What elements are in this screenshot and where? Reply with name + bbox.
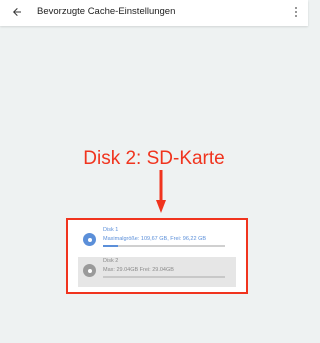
disk-option-1[interactable]: Disk 1 Maximalgröße: 109,67 GB, Frei: 96… <box>78 226 236 254</box>
more-vertical-icon <box>295 7 297 17</box>
disk-usage-fill <box>103 245 118 247</box>
arrow-left-icon <box>13 8 21 16</box>
disk-info: Max: 29.04GB Frei: 29.04GB <box>103 267 174 273</box>
overflow-menu-button[interactable] <box>290 3 302 21</box>
app-bar: Bevorzugte Cache-Einstellungen <box>0 0 308 26</box>
back-button[interactable] <box>8 3 26 21</box>
disk-name: Disk 2 <box>103 258 119 264</box>
annotation-label: Disk 2: SD-Karte <box>83 148 225 169</box>
page-title: Bevorzugte Cache-Einstellungen <box>37 6 176 17</box>
disk-usage-bar <box>103 276 225 278</box>
disk-name: Disk 1 <box>103 227 119 233</box>
disk-info: Maximalgröße: 109,67 GB, Frei: 96,22 GB <box>103 236 207 242</box>
disk-radio-icon[interactable] <box>83 264 96 277</box>
disk-radio-icon[interactable] <box>83 233 96 246</box>
disk-usage-bar <box>103 245 225 247</box>
annotation-arrow-icon <box>156 170 166 213</box>
disk-option-2[interactable]: Disk 2 Max: 29.04GB Frei: 29.04GB <box>78 257 236 287</box>
